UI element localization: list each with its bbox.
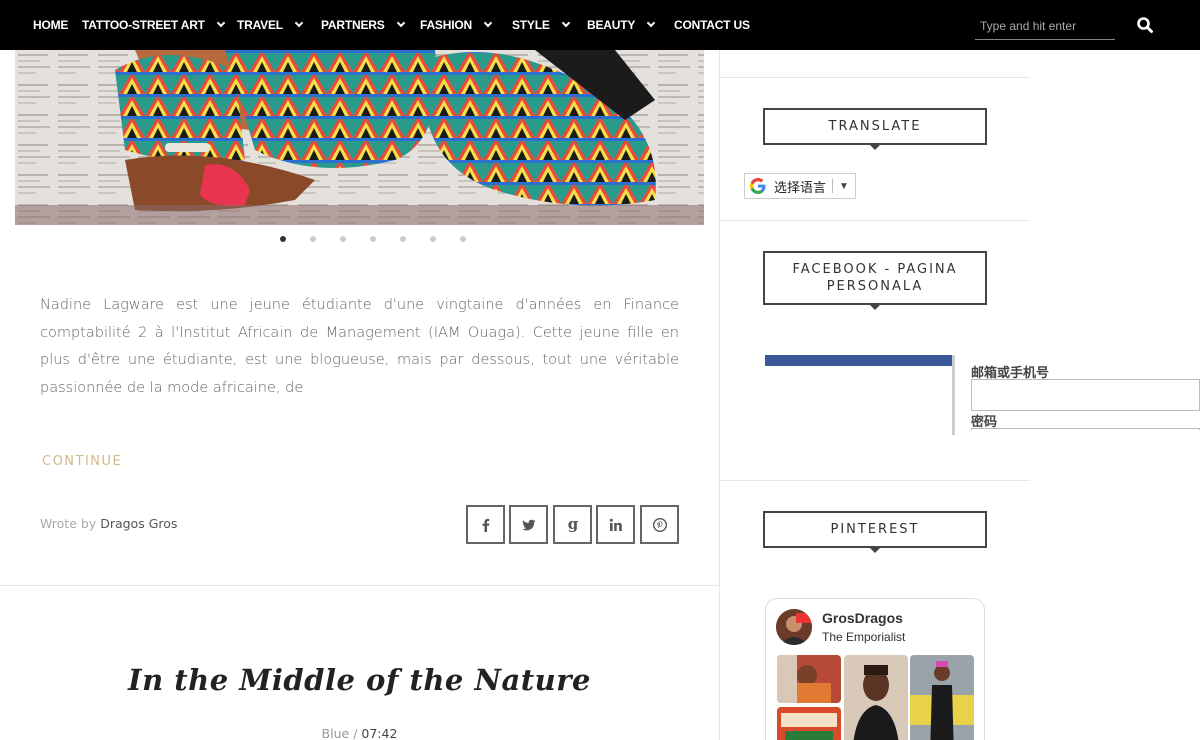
nav-item-partners[interactable]: PARTNERS bbox=[321, 18, 405, 32]
nav-item-home[interactable]: HOME bbox=[33, 18, 68, 32]
featured-image bbox=[15, 50, 704, 225]
search-input[interactable] bbox=[975, 12, 1115, 40]
continue-link[interactable]: CONTINUE bbox=[42, 454, 122, 469]
pinterest-profile-widget[interactable]: GrosDragos The Emporialist bbox=[765, 598, 985, 740]
sidebar-divider bbox=[720, 220, 1030, 221]
nav-item-label: FASHION bbox=[420, 18, 472, 32]
author-link[interactable]: Dragos Gros bbox=[100, 516, 177, 531]
pinterest-profile-name[interactable]: GrosDragos bbox=[822, 610, 903, 626]
avatar[interactable] bbox=[776, 609, 812, 645]
post-divider bbox=[0, 585, 719, 586]
dropdown-arrow-icon: ▼ bbox=[839, 180, 849, 192]
chevron-down-icon bbox=[483, 18, 493, 28]
post-byline: Wrote by Dragos Gros bbox=[40, 516, 177, 531]
slider-dot[interactable] bbox=[430, 236, 436, 242]
pinterest-board-name: The Emporialist bbox=[822, 630, 906, 644]
embed-mask bbox=[955, 430, 1200, 450]
top-navigation: HOME TATTOO-STREET ART TRAVEL PARTNERS F… bbox=[0, 0, 1200, 50]
google-plus-icon: g bbox=[567, 517, 578, 533]
pin-thumbnail[interactable] bbox=[777, 655, 841, 703]
facebook-page-embed[interactable] bbox=[765, 355, 955, 435]
pin-thumbnail[interactable] bbox=[910, 655, 974, 740]
nav-item-travel[interactable]: TRAVEL bbox=[237, 18, 304, 32]
nav-item-fashion[interactable]: FASHION bbox=[420, 18, 493, 32]
google-icon bbox=[750, 178, 766, 194]
meta-separator: / bbox=[353, 726, 358, 740]
nav-item-beauty[interactable]: BEAUTY bbox=[587, 18, 656, 32]
post-category[interactable]: Blue bbox=[322, 726, 350, 740]
nav-item-style[interactable]: STYLE bbox=[512, 18, 570, 32]
pin-thumbnail[interactable] bbox=[777, 707, 841, 740]
slider-dot[interactable] bbox=[310, 236, 316, 242]
chevron-down-icon bbox=[646, 18, 656, 28]
sidebar-divider bbox=[720, 480, 1030, 481]
main-content: Nadine Lagware est une jeune étudiante d… bbox=[0, 50, 720, 740]
nav-item-contact-us[interactable]: CONTACT US bbox=[674, 18, 750, 32]
slider-dot[interactable] bbox=[400, 236, 406, 242]
share-google-plus-button[interactable]: g bbox=[553, 505, 592, 544]
pin-thumbnail[interactable] bbox=[844, 655, 908, 740]
post-time: 07:42 bbox=[361, 726, 398, 740]
post-title[interactable]: In the Middle of the Nature bbox=[0, 663, 719, 697]
translate-widget-title: TRANSLATE bbox=[763, 108, 987, 150]
linkedin-icon bbox=[609, 518, 622, 531]
nav-item-label: PARTNERS bbox=[321, 18, 385, 32]
slider-dot[interactable] bbox=[370, 236, 376, 242]
chevron-down-icon bbox=[294, 18, 304, 28]
pinterest-widget-title: PINTEREST bbox=[763, 511, 987, 553]
nav-item-label: STYLE bbox=[512, 18, 550, 32]
chevron-down-icon bbox=[396, 18, 405, 28]
translate-select-label: 选择语言 bbox=[774, 179, 827, 195]
share-pinterest-button[interactable] bbox=[640, 505, 679, 544]
post-excerpt: Nadine Lagware est une jeune étudiante d… bbox=[40, 297, 679, 396]
slider-dot[interactable] bbox=[340, 236, 346, 242]
svg-text:g: g bbox=[567, 517, 578, 533]
select-separator bbox=[832, 179, 834, 193]
widget-title-text: FACEBOOK - PAGINA PERSONALA bbox=[792, 262, 958, 294]
translate-language-select[interactable]: 选择语言 ▼ bbox=[744, 173, 856, 199]
search-icon[interactable] bbox=[1136, 16, 1154, 34]
post-meta: Blue / 07:42 bbox=[0, 726, 719, 740]
sidebar-divider bbox=[720, 77, 1030, 78]
facebook-header-bar bbox=[765, 355, 952, 366]
share-facebook-button[interactable] bbox=[466, 505, 505, 544]
nav-item-label: BEAUTY bbox=[587, 18, 636, 32]
nav-item-label: TATTOO-STREET ART bbox=[82, 18, 205, 32]
facebook-widget-title: FACEBOOK - PAGINA PERSONALA bbox=[763, 251, 987, 310]
nav-item-label: HOME bbox=[33, 18, 69, 32]
twitter-icon bbox=[521, 519, 535, 530]
nav-item-label: CONTACT US bbox=[674, 18, 750, 32]
widget-title-text: PINTEREST bbox=[830, 522, 920, 537]
chevron-down-icon bbox=[561, 18, 570, 28]
slider-pagination bbox=[280, 236, 466, 242]
email-field[interactable] bbox=[971, 379, 1200, 411]
facebook-icon bbox=[482, 518, 489, 532]
share-linkedin-button[interactable] bbox=[596, 505, 635, 544]
nav-item-label: TRAVEL bbox=[237, 18, 283, 32]
widget-title-text: TRANSLATE bbox=[828, 119, 922, 134]
byline-label: Wrote by bbox=[40, 516, 97, 531]
share-twitter-button[interactable] bbox=[509, 505, 548, 544]
slider-dot[interactable] bbox=[280, 236, 286, 242]
nav-item-tattoo-street-art[interactable]: TATTOO-STREET ART bbox=[82, 18, 226, 32]
chevron-down-icon bbox=[216, 18, 226, 28]
pinterest-icon bbox=[652, 517, 667, 532]
slider-dot[interactable] bbox=[460, 236, 466, 242]
